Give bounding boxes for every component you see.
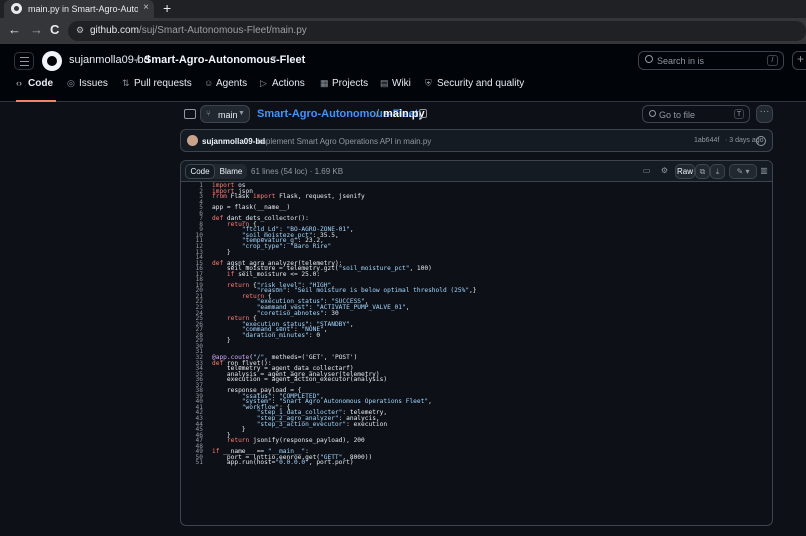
branch-icon: ⑂ [206,109,211,118]
file-info: 61 lines (54 loc) · 1.69 KB [251,167,344,176]
menu-icon[interactable] [14,52,34,70]
code-toolbar: Code Blame 61 lines (54 loc) · 1.69 KB ▭… [181,161,772,182]
agent-icon: ☺ [204,78,214,88]
branch-name: main [218,110,238,120]
code-view-button[interactable]: Code [185,164,215,179]
tab-pull-requests-label: Pull requests [134,78,192,89]
tab-pull-requests[interactable]: ⇅ Pull requests [122,78,192,102]
breadcrumb-separator: / [376,108,380,120]
commit-sha[interactable]: 1ab644f [694,137,719,144]
history-icon[interactable] [756,136,766,146]
url-host: github.com [90,25,139,36]
browser-toolbar: ← → C ⚙ github.com/suj/Smart-Autonomous-… [0,18,806,44]
branch-selector[interactable]: ⑂ main ▼ [200,105,250,123]
tab-agents[interactable]: ☺ Agents [204,78,247,102]
repo-name-link[interactable]: Smart-Agro-Autonomous-Fleet [144,54,305,66]
search-placeholder: Search in is [657,56,705,66]
address-url: github.com/suj/Smart-Autonomous-Fleet/ma… [90,25,307,36]
chevron-down-icon[interactable]: ▼ [270,54,278,63]
latest-commit-bar: sujanmolla09-bd Implement Smart Agro Ope… [180,129,773,152]
download-icon[interactable]: ⤓ [710,164,725,179]
tab-code-label: Code [28,78,53,89]
url-path: /suj/Smart-Autonomous-Fleet/main.py [138,25,307,36]
line-number[interactable]: 51 [181,460,203,466]
raw-button[interactable]: Raw [675,164,695,179]
browser-tab-bar: main.py in Smart-Agro-Autonomous-Fleet ×… [0,0,806,18]
tab-projects[interactable]: ▦ Projects [320,78,368,102]
forward-arrow-icon[interactable]: → [30,22,43,37]
go-to-file-input[interactable]: Go to file T [642,105,750,123]
issue-icon: ◎ [67,78,75,88]
tab-security[interactable]: ⛨ Security and quality [425,78,524,102]
search-icon [649,110,656,117]
owner-repo-separator: / [136,54,140,66]
pull-request-icon: ⇅ [122,78,130,88]
tab-actions-label: Actions [272,78,305,89]
search-shortcut-key: / [767,55,778,66]
browser-tab-title: main.py in Smart-Agro-Autonomous-Fleet [28,4,138,14]
go-to-file-shortcut-key: T [734,109,744,119]
avatar[interactable] [187,135,198,146]
code-line: 51 app.run(host="0.0.0.0", port.port) [181,460,772,466]
tab-code[interactable]: ‹› Code [16,78,56,102]
new-tab-button[interactable]: + [163,0,171,16]
edit-pencil-icon[interactable]: ✎ ▾ [729,164,757,179]
commit-message[interactable]: Implement Smart Agro Operations API in m… [257,137,431,146]
tab-wiki-label: Wiki [392,78,411,89]
commit-author[interactable]: sujanmolla09-bd [202,137,265,146]
copy-icon[interactable] [419,109,427,118]
back-arrow-icon[interactable]: ← [8,22,21,37]
view-toggle: Code Blame [185,164,247,179]
tab-wiki[interactable]: ▤ Wiki [380,78,411,102]
tab-actions[interactable]: ▷ Actions [260,78,305,102]
book-icon: ▤ [380,78,389,88]
address-bar[interactable]: ⚙ github.com/suj/Smart-Autonomous-Fleet/… [68,21,806,41]
copilot-icon[interactable]: ⚙ [657,164,672,179]
sidebar-toggle-icon[interactable] [184,109,196,119]
tab-issues-label: Issues [79,78,108,89]
github-logo-icon[interactable] [42,51,62,71]
code-viewer: Code Blame 61 lines (54 loc) · 1.69 KB ▭… [180,160,773,526]
browser-tab[interactable]: main.py in Smart-Agro-Autonomous-Fleet × [4,0,154,18]
repo-tabs: ‹› Code ◎ Issues ⇅ Pull requests ☺ Agents ▷ A… [0,78,806,102]
symbols-panel-icon[interactable]: ▥ [758,164,770,179]
tab-agents-label: Agents [216,78,248,89]
github-favicon-icon [11,3,22,14]
code-text: app.run(host="0.0.0.0", port.port) [212,459,354,467]
go-to-file-placeholder: Go to file [659,110,696,120]
code-lines[interactable]: 1 import os 2 import json 3 from Flask import… [181,182,772,523]
blame-view-button[interactable]: Blame [215,164,247,179]
shield-icon: ⛨ [425,78,432,88]
search-icon [645,55,653,63]
tab-close-icon[interactable]: × [143,2,149,13]
reload-icon[interactable]: C [50,22,59,37]
search-input[interactable]: Search in is / [638,51,784,70]
more-options-button[interactable]: ··· [756,105,773,123]
table-icon: ▦ [320,78,329,88]
play-icon: ▷ [260,78,267,88]
github-header: sujanmolla09-bd / Smart-Agro-Autonomous-… [0,44,806,102]
tab-projects-label: Projects [332,78,369,89]
tab-issues[interactable]: ◎ Issues [67,78,108,102]
chevron-down-icon: ▼ [238,110,245,117]
preview-icon[interactable]: ▭ [639,164,654,179]
tab-security-label: Security and quality [437,78,525,89]
site-info-icon[interactable]: ⚙ [76,25,86,35]
copy-raw-icon[interactable]: ⧉ [695,164,710,179]
create-new-button[interactable]: + [792,51,806,70]
code-icon: ‹› [16,78,22,88]
